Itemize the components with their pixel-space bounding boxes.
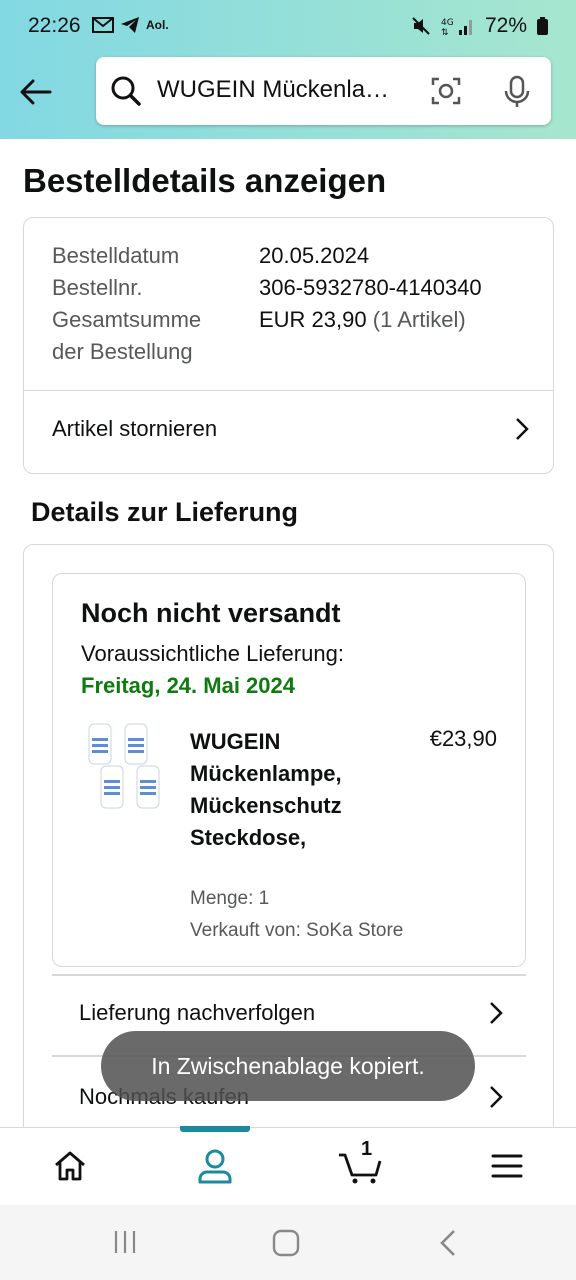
delivery-estimate-date: Freitag, 24. Mai 2024: [81, 673, 295, 698]
camera-search-icon[interactable]: [430, 75, 462, 107]
system-navigation-bar: [0, 1205, 576, 1280]
search-bar[interactable]: WUGEIN Mückenlampe, Mückenschutz Steckdo…: [96, 57, 551, 125]
order-labels: Bestelldatum Bestellnr. Gesamtsumme der …: [52, 240, 201, 368]
bottom-navigation: 1: [0, 1126, 576, 1205]
divider: [52, 974, 526, 976]
toast-message: In Zwischenablage kopiert.: [101, 1031, 475, 1101]
gmail-icon: [92, 17, 114, 33]
home-icon: [55, 1151, 85, 1181]
product-quantity: Menge: 1: [190, 888, 270, 909]
product-thumbnail[interactable]: [87, 722, 163, 812]
order-date-label: Bestelldatum: [52, 243, 180, 268]
signal-icon: 4G⇅: [441, 18, 472, 36]
svg-text:4G: 4G: [441, 18, 454, 28]
order-date-value: 20.05.2024: [259, 243, 370, 268]
nav-cart[interactable]: 1: [338, 1138, 384, 1186]
order-total-row: EUR 23,90 (1 Artikel): [259, 304, 482, 336]
shipment-box: Noch nicht versandt Voraussichtliche Lie…: [52, 573, 526, 967]
product-name-line: Mückenlampe,: [190, 761, 342, 786]
recent-apps-icon[interactable]: [112, 1229, 138, 1255]
order-total-label-1: Gesamtsumme: [52, 307, 202, 332]
hamburger-menu-icon: [491, 1154, 523, 1178]
page-title: Bestelldetails anzeigen: [23, 162, 387, 199]
notification-icons: Aol.: [92, 16, 169, 34]
order-number-value[interactable]: 306-5932780-4140340: [259, 272, 482, 304]
divider: [24, 390, 553, 391]
home-button-icon[interactable]: [272, 1229, 300, 1257]
search-icon: [111, 76, 141, 106]
product-name-line: WUGEIN: [190, 729, 281, 754]
status-bar: 22:26 Aol. 4G ⇅ 72%: [0, 0, 576, 52]
cancel-items-link[interactable]: Artikel stornieren: [52, 412, 530, 446]
delivery-estimate-label: Voraussichtliche Lieferung:: [81, 641, 344, 666]
cart-count-badge: 1: [361, 1138, 373, 1160]
active-tab-indicator: [180, 1126, 250, 1132]
battery-percent: 72%: [484, 14, 527, 37]
delivery-section-title: Details zur Lieferung: [31, 497, 299, 527]
order-values: 20.05.2024 306-5932780-4140340 EUR 23,90…: [259, 240, 482, 336]
product-name-line: Mückenschutz: [190, 793, 342, 818]
shipment-status: Noch nicht versandt: [81, 598, 341, 628]
status-right: 4G ⇅ 72%: [411, 14, 548, 38]
order-summary-card: Bestelldatum Bestellnr. Gesamtsumme der …: [23, 217, 554, 474]
app-header: 22:26 Aol. 4G⇅ 72% WUGEIN Mückenlampe, M…: [0, 0, 576, 139]
svg-text:⇅: ⇅: [441, 28, 449, 36]
order-total-items: (1 Artikel): [372, 307, 466, 332]
mute-icon: [412, 17, 430, 35]
search-input[interactable]: WUGEIN Mückenlampe, Mückenschutz Steckdo…: [157, 76, 407, 104]
track-delivery-label: Lieferung nachverfolgen: [79, 1000, 316, 1025]
system-back-icon[interactable]: [438, 1229, 458, 1257]
back-button[interactable]: [16, 72, 56, 112]
chevron-right-icon: [516, 418, 529, 440]
nav-account[interactable]: [195, 1146, 235, 1186]
order-number-label: Bestellnr.: [52, 275, 143, 300]
chevron-right-icon: [490, 1086, 503, 1108]
arrow-left-icon: [20, 79, 52, 105]
nav-home[interactable]: [50, 1146, 90, 1186]
microphone-icon[interactable]: [502, 75, 532, 109]
order-total-value: EUR 23,90: [259, 307, 367, 332]
aol-icon: Aol.: [146, 18, 169, 32]
nav-menu[interactable]: [487, 1146, 527, 1186]
track-delivery-link[interactable]: Lieferung nachverfolgen: [79, 996, 504, 1030]
product-name-line: Steckdose,: [190, 825, 307, 850]
status-time: 22:26: [28, 14, 81, 37]
order-total-label-2: der Bestellung: [52, 339, 193, 364]
product-name[interactable]: WUGEIN Mückenlampe, Mückenschutz Steckdo…: [190, 726, 400, 854]
product-price: €23,90: [429, 726, 497, 751]
cancel-items-label: Artikel stornieren: [52, 416, 218, 441]
user-icon: [198, 1149, 232, 1184]
product-seller[interactable]: Verkauft von: SoKa Store: [190, 920, 403, 942]
chevron-right-icon: [490, 1002, 503, 1024]
battery-icon: [537, 17, 548, 35]
telegram-icon: [121, 17, 139, 33]
